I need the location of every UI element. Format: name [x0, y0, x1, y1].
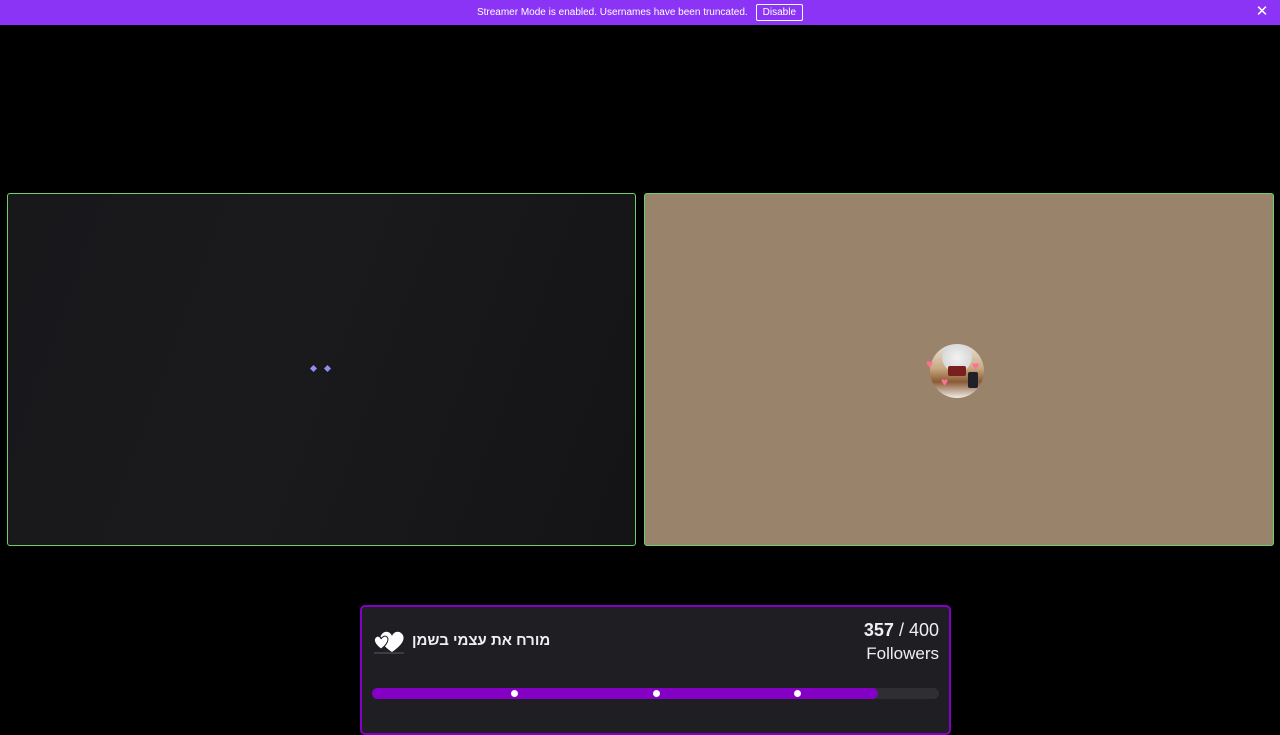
- streamer-mode-message: Streamer Mode is enabled. Usernames have…: [476, 7, 748, 18]
- goal-target: 400: [908, 620, 939, 640]
- hearts-icon: [373, 631, 404, 654]
- goal-progress-fill: [372, 688, 879, 699]
- close-icon[interactable]: ✕: [1254, 4, 1270, 20]
- goal-label: Followers: [866, 644, 939, 663]
- goal-current: 357: [863, 620, 894, 640]
- loading-dots-icon: [309, 364, 332, 373]
- goal-title: מורח את עצמי בשמן: [412, 632, 551, 649]
- goal-progress-bar: [372, 688, 939, 699]
- streamer-avatar: ♥ ♥ ♥: [926, 344, 984, 398]
- goal-milestone-marker: [510, 690, 518, 697]
- right-video-panel[interactable]: ♥ ♥ ♥: [644, 193, 1274, 546]
- heart-icon: ♥: [941, 375, 949, 389]
- goal-separator: /: [893, 620, 909, 640]
- streamer-mode-banner: Streamer Mode is enabled. Usernames have…: [0, 0, 1280, 25]
- follower-goal-widget: מורח את עצמי בשמן 357 / 400 Followers: [360, 605, 951, 735]
- goal-milestone-marker: [652, 690, 660, 697]
- heart-icon: ♥: [926, 357, 934, 371]
- left-video-panel[interactable]: [7, 193, 636, 546]
- heart-icon: ♥: [972, 359, 980, 373]
- disable-streamer-mode-button[interactable]: Disable: [755, 4, 804, 21]
- goal-count: 357 / 400: [864, 620, 939, 641]
